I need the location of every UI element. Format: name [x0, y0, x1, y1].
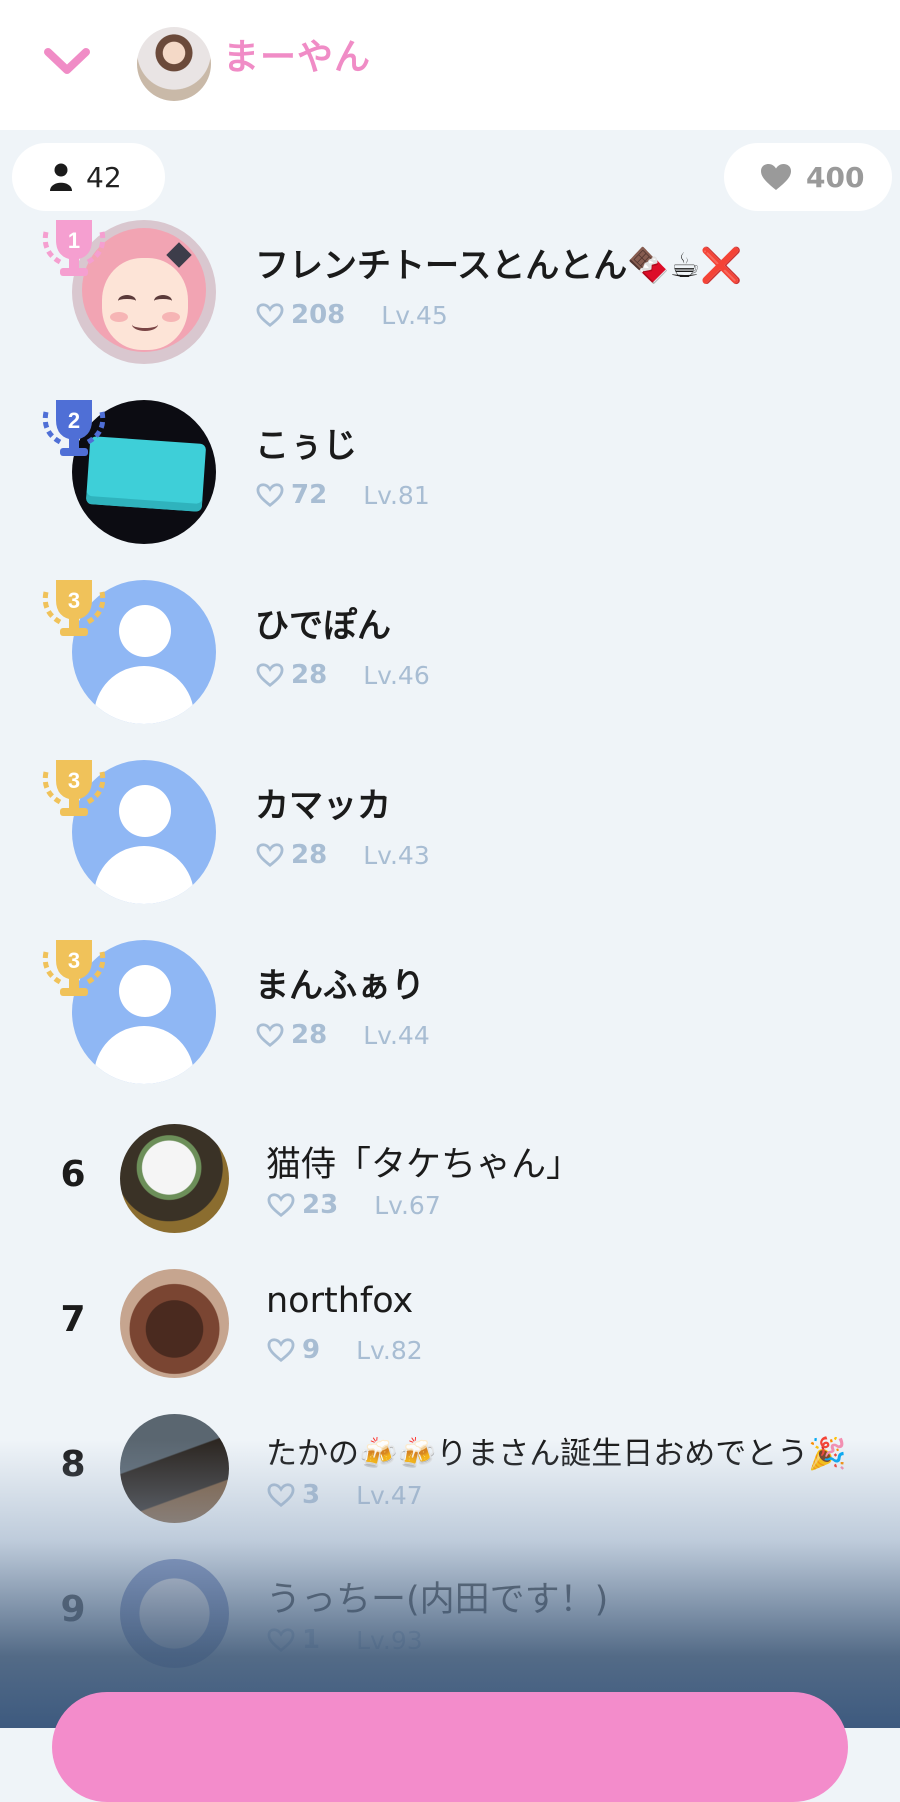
- heart-outline-icon: [267, 1193, 295, 1217]
- person-icon: [50, 163, 72, 191]
- ranking-row[interactable]: 6 猫侍「タケちゃん」 23 Lv.67: [0, 1122, 900, 1234]
- like-count: 28: [291, 1020, 328, 1050]
- avatar[interactable]: [120, 1269, 229, 1378]
- heart-outline-icon: [267, 1483, 295, 1507]
- ranking-row[interactable]: 2 こぅじ 72 Lv.81: [0, 398, 900, 548]
- user-stats: 28 Lv.43: [255, 840, 430, 870]
- level: Lv.45: [381, 300, 448, 330]
- heart-outline-icon: [256, 303, 284, 327]
- avatar[interactable]: [120, 1559, 229, 1668]
- heart-outline-icon: [256, 843, 284, 867]
- trophy-icon: 3: [42, 940, 106, 996]
- like-count: 208: [291, 300, 346, 330]
- ranking-row[interactable]: 3 ひでぽん 28 Lv.46: [0, 578, 900, 728]
- user-name[interactable]: northfox: [266, 1281, 413, 1321]
- like-count: 28: [291, 660, 328, 690]
- user-stats: 28 Lv.46: [255, 660, 430, 690]
- avatar[interactable]: [120, 1124, 229, 1233]
- user-name[interactable]: こぅじ: [255, 418, 357, 467]
- host-name[interactable]: まーやん: [223, 28, 371, 80]
- ranking-row[interactable]: 7 northfox 9 Lv.82: [0, 1267, 900, 1379]
- chevron-down-icon[interactable]: [40, 42, 94, 82]
- trophy-icon: 3: [42, 580, 106, 636]
- viewer-count: 42: [86, 160, 122, 194]
- user-stats: 208 Lv.45: [255, 300, 448, 330]
- ranking-row[interactable]: 3 カマッカ 28 Lv.43: [0, 758, 900, 908]
- ranking-row[interactable]: 1 フレンチトースとんとん🍫☕❌ 208 Lv.45: [0, 218, 900, 368]
- heart-icon: [761, 164, 791, 190]
- user-stats: 3 Lv.47: [266, 1480, 423, 1510]
- user-stats: 72 Lv.81: [255, 480, 430, 510]
- user-name[interactable]: 猫侍「タケちゃん」: [266, 1136, 581, 1187]
- ranking-row[interactable]: 8 たかの🍻🍻りまさん誕生日おめでとう🎉 3 Lv.47: [0, 1412, 900, 1524]
- heart-outline-icon: [256, 663, 284, 687]
- rank-number: 8: [60, 1444, 86, 1485]
- level: Lv.47: [356, 1480, 423, 1510]
- level: Lv.43: [363, 840, 430, 870]
- trophy-rank: 3: [68, 768, 80, 793]
- like-count: 9: [302, 1335, 321, 1365]
- trophy-rank: 1: [68, 228, 80, 253]
- like-count: 28: [291, 840, 328, 870]
- rank-number: 6: [60, 1154, 86, 1195]
- trophy-rank: 2: [68, 408, 80, 433]
- like-count: 1: [302, 1625, 321, 1655]
- heart-outline-icon: [267, 1628, 295, 1652]
- rank-number: 9: [60, 1589, 86, 1630]
- level: Lv.93: [356, 1625, 423, 1655]
- ranking-row[interactable]: 3 まんふぁり 28 Lv.44: [0, 938, 900, 1088]
- heart-outline-icon: [256, 1023, 284, 1047]
- rank-number: 7: [60, 1299, 86, 1340]
- trophy-icon: 2: [42, 400, 106, 456]
- user-stats: 28 Lv.44: [255, 1020, 430, 1050]
- level: Lv.81: [363, 480, 430, 510]
- user-name[interactable]: うっちー(内田です！): [266, 1571, 608, 1622]
- level: Lv.67: [374, 1190, 441, 1220]
- trophy-icon: 3: [42, 760, 106, 816]
- heart-outline-icon: [256, 483, 284, 507]
- trophy-rank: 3: [68, 588, 80, 613]
- user-stats: 9 Lv.82: [266, 1335, 423, 1365]
- user-name[interactable]: まんふぁり: [255, 958, 425, 1007]
- user-name[interactable]: フレンチトースとんとん🍫☕❌: [255, 238, 742, 287]
- user-name[interactable]: たかの🍻🍻りまさん誕生日おめでとう🎉: [266, 1428, 847, 1473]
- level: Lv.44: [363, 1020, 430, 1050]
- like-count: 23: [302, 1190, 339, 1220]
- host-avatar[interactable]: [137, 27, 211, 101]
- like-count: 3: [302, 1480, 321, 1510]
- user-stats: 1 Lv.93: [266, 1625, 423, 1655]
- trophy-rank: 3: [68, 948, 80, 973]
- heart-outline-icon: [267, 1338, 295, 1362]
- user-stats: 23 Lv.67: [266, 1190, 441, 1220]
- like-count-badge: 400: [724, 143, 892, 211]
- level: Lv.82: [356, 1335, 423, 1365]
- bottom-action-button[interactable]: [52, 1692, 848, 1802]
- header: まーやん: [0, 0, 900, 130]
- avatar[interactable]: [120, 1414, 229, 1523]
- user-name[interactable]: ひでぽん: [255, 598, 391, 647]
- level: Lv.46: [363, 660, 430, 690]
- ranking-row[interactable]: 9 うっちー(内田です！) 1 Lv.93: [0, 1557, 900, 1669]
- user-name[interactable]: カマッカ: [255, 778, 391, 827]
- viewer-count-badge: 42: [12, 143, 165, 211]
- like-count: 72: [291, 480, 328, 510]
- like-count: 400: [806, 160, 865, 194]
- trophy-icon: 1: [42, 220, 106, 276]
